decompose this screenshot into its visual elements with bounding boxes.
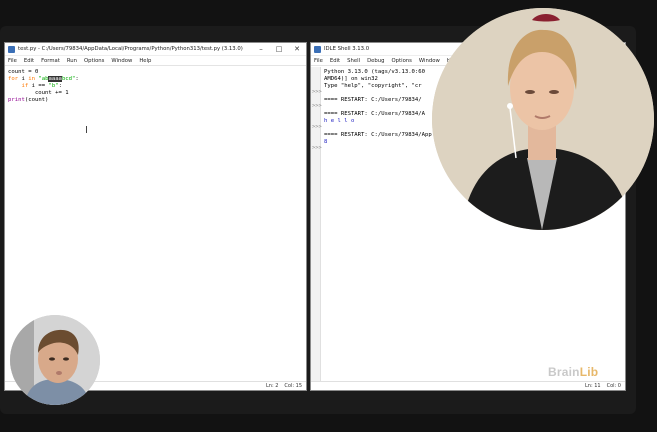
menu-edit[interactable]: Edit [24, 58, 34, 64]
editor-title: test.py - C:/Users/79834/AppData/Local/P… [18, 46, 243, 52]
webcam-presenter-large [432, 8, 654, 230]
code-line: count += 1 [8, 90, 69, 96]
menu-edit[interactable]: Edit [330, 58, 340, 64]
menu-debug[interactable]: Debug [367, 58, 384, 64]
keyword-in: in [28, 76, 35, 82]
menu-file[interactable]: File [314, 58, 323, 64]
text-selection: aaaa [48, 76, 62, 82]
brand-part1: Brain [548, 365, 580, 379]
keyword-for: for [8, 76, 19, 82]
code-line: for i in "abaaaabcd": [8, 76, 303, 83]
editor-menubar: File Edit Format Run Options Window Help [5, 56, 306, 66]
code-token: i [18, 76, 29, 82]
code-token: : [58, 83, 62, 89]
menu-run[interactable]: Run [67, 58, 77, 64]
python-file-icon [8, 45, 15, 53]
cursor-col: Col: 0 [606, 383, 621, 389]
menu-options[interactable]: Options [84, 58, 104, 64]
webcam-presenter-small [10, 315, 100, 405]
mouse-text-cursor [86, 126, 87, 133]
code-token: : [75, 76, 79, 82]
editor-titlebar[interactable]: test.py - C:/Users/79834/AppData/Local/P… [5, 43, 306, 56]
string-literal: "b" [48, 83, 59, 89]
brand-part2: Lib [579, 365, 599, 379]
close-icon[interactable]: ✕ [288, 45, 306, 53]
person-avatar-illustration [10, 315, 100, 405]
python-shell-icon [314, 45, 321, 53]
menu-window[interactable]: Window [111, 58, 132, 64]
menu-window[interactable]: Window [419, 58, 440, 64]
code-token: i == [28, 83, 49, 89]
minimize-icon[interactable]: – [252, 45, 270, 53]
builtin-print: print [8, 97, 25, 103]
cursor-col: Col: 15 [284, 383, 302, 389]
code-line: print(count) [8, 97, 303, 104]
code-token: (count) [24, 97, 49, 103]
brainlib-logo: BrainLib [548, 365, 598, 379]
code-line: if i == "b": [8, 83, 303, 90]
shell-prompt-gutter: >>> >>> >>> >>> [311, 67, 322, 381]
string-literal: bcd" [61, 76, 76, 82]
shell-statusbar: Ln: 11 Col: 0 [311, 381, 625, 390]
menu-file[interactable]: File [8, 58, 17, 64]
cursor-line: Ln: 11 [585, 383, 601, 389]
string-literal: "ab [38, 76, 49, 82]
cursor-line: Ln: 2 [266, 383, 279, 389]
menu-shell[interactable]: Shell [347, 58, 360, 64]
code-line: count = 0 [8, 69, 39, 75]
menu-format[interactable]: Format [41, 58, 60, 64]
maximize-icon[interactable]: □ [270, 45, 288, 53]
person-avatar-illustration [432, 8, 654, 230]
menu-help[interactable]: Help [139, 58, 151, 64]
menu-options[interactable]: Options [391, 58, 411, 64]
